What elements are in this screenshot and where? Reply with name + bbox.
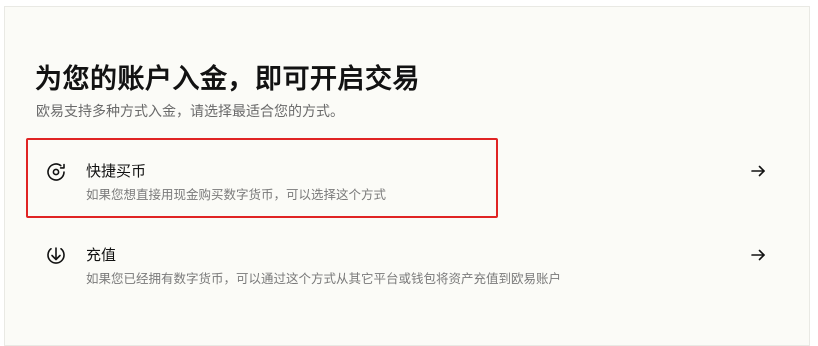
page-title: 为您的账户入金，即可开启交易 — [35, 64, 420, 95]
option-label: 快捷买币 — [86, 162, 147, 180]
arrow-right-icon — [751, 165, 765, 177]
option-deposit[interactable]: 充值 如果您已经拥有数字货币，可以通过这个方式从其它平台或钱包将资产充值到欧易账… — [28, 222, 773, 300]
page-subtitle: 欧易支持多种方式入金，请选择最适合您的方式。 — [36, 104, 344, 120]
arrow-right-icon — [751, 249, 765, 261]
option-quick-buy[interactable]: 快捷买币 如果您想直接用现金购买数字货币，可以选择这个方式 — [28, 138, 773, 216]
download-circle-icon — [47, 247, 65, 264]
coin-exchange-icon — [47, 163, 65, 181]
option-label: 充值 — [86, 246, 117, 264]
option-description: 如果您想直接用现金购买数字货币，可以选择这个方式 — [86, 187, 387, 202]
option-description: 如果您已经拥有数字货币，可以通过这个方式从其它平台或钱包将资产充值到欧易账户 — [86, 271, 562, 286]
